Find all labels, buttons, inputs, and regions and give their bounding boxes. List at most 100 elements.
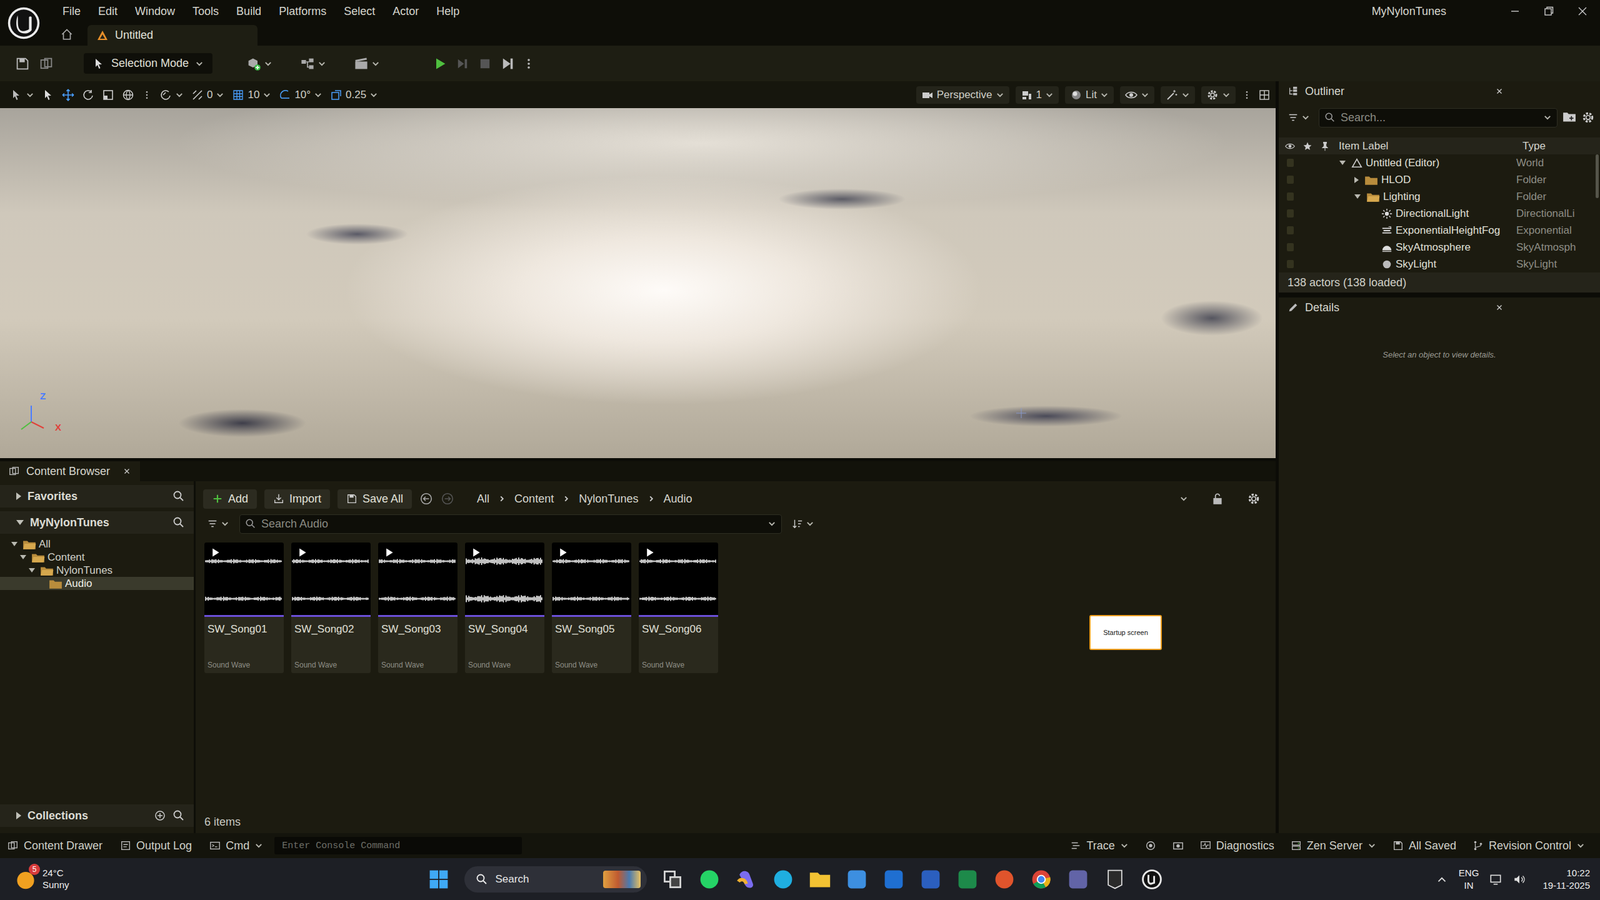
expand-arrow-icon[interactable] [1354, 176, 1359, 184]
startup-screen-widget[interactable]: Startup screen [1089, 615, 1162, 650]
asset-tile[interactable]: SW_Song06 Sound Wave [638, 542, 719, 674]
visibility-toggle-icon[interactable] [1286, 192, 1294, 201]
visibility-toggle-icon[interactable] [1286, 209, 1294, 218]
level-tab[interactable]: Untitled [87, 25, 258, 46]
scrollbar[interactable] [1595, 154, 1599, 199]
content-action-button[interactable]: Save All [337, 489, 412, 509]
outliner-row[interactable]: Lighting Folder [1278, 188, 1594, 205]
edge-icon[interactable] [771, 868, 795, 891]
drawer-button[interactable]: Content Drawer [7, 839, 103, 853]
restore-icon[interactable] [1542, 5, 1555, 18]
status-button[interactable]: Revision Control [1472, 839, 1585, 853]
asset-tile[interactable]: SW_Song01 Sound Wave [204, 542, 284, 674]
view-mode-dropdown[interactable]: Lit [1065, 86, 1114, 104]
weather-widget[interactable]: 5 24°C Sunny [0, 867, 70, 892]
add-folder-icon[interactable] [1562, 110, 1577, 125]
breadcrumb-item[interactable]: All [476, 492, 490, 506]
more-options-icon[interactable] [522, 57, 535, 70]
console-input[interactable]: Enter Console Command [274, 836, 522, 855]
menu-item[interactable]: File [53, 5, 90, 19]
outlook-icon[interactable] [882, 868, 905, 891]
show-hidden-icons-icon[interactable] [1435, 872, 1449, 887]
save-icon[interactable] [15, 56, 30, 72]
breadcrumb-item[interactable]: Audio [663, 492, 693, 506]
maximize-viewport-icon[interactable] [1258, 88, 1271, 102]
visibility-toggle-icon[interactable] [1286, 226, 1294, 235]
status-button[interactable]: Trace [1070, 839, 1129, 853]
lock-icon[interactable] [1210, 491, 1225, 506]
outliner-row[interactable]: SkyLight SkyLight [1278, 255, 1594, 273]
powerpoint-icon[interactable] [993, 868, 1016, 891]
close-tab-icon[interactable] [1495, 303, 1504, 312]
volume-icon[interactable] [1512, 872, 1527, 887]
filter-dropdown[interactable] [203, 518, 234, 530]
status-button[interactable]: All Saved [1392, 839, 1457, 853]
visibility-toggle-icon[interactable] [1286, 175, 1294, 184]
snap-setting[interactable]: 10 [231, 88, 272, 102]
performance-dropdown[interactable] [1160, 86, 1195, 104]
expand-arrow-icon[interactable] [16, 492, 22, 500]
excel-icon[interactable] [956, 868, 979, 891]
breadcrumb-item[interactable]: NylonTunes [578, 492, 639, 506]
select-tool-dropdown[interactable] [10, 88, 35, 102]
unreal-logo-icon[interactable] [6, 5, 42, 41]
expand-arrow-icon[interactable] [16, 520, 24, 525]
network-icon[interactable] [1488, 872, 1503, 887]
play-icon[interactable] [432, 56, 448, 72]
menu-item[interactable]: Actor [383, 5, 428, 19]
teams-icon[interactable] [1066, 868, 1090, 891]
level-viewport[interactable]: Z X [0, 108, 1276, 459]
back-icon[interactable] [419, 491, 434, 506]
outliner-row[interactable]: HLOD Folder [1278, 171, 1594, 189]
forward-icon[interactable] [440, 491, 455, 506]
star-column-icon[interactable] [1302, 141, 1313, 152]
status-button[interactable]: Zen Server [1290, 839, 1377, 853]
more-options-icon[interactable] [141, 90, 152, 100]
outliner-row[interactable]: SkyAtmosphere SkyAtmosph [1278, 238, 1594, 256]
file-explorer-icon[interactable] [808, 868, 832, 891]
expand-arrow-icon[interactable] [1339, 160, 1346, 165]
chrome-icon[interactable] [1030, 868, 1053, 891]
minimize-icon[interactable] [1508, 5, 1522, 18]
select-mode-icon[interactable] [41, 88, 55, 102]
folder-tree-item[interactable]: All [0, 537, 194, 551]
snap-setting[interactable]: 0.25 [330, 88, 379, 102]
status-button[interactable]: Diagnostics [1200, 839, 1275, 853]
translate-icon[interactable] [61, 88, 75, 102]
pin-column-icon[interactable] [1320, 141, 1330, 152]
word-icon[interactable] [919, 868, 942, 891]
taskbar-search[interactable]: Search [464, 866, 647, 893]
asset-search-field[interactable]: Search Audio [239, 514, 782, 534]
home-icon[interactable] [60, 27, 74, 42]
advance-frame-icon[interactable] [455, 56, 470, 72]
folder-tree-item[interactable]: Content [0, 550, 194, 564]
folder-tree-item[interactable]: NylonTunes [0, 563, 194, 577]
search-icon[interactable] [172, 809, 185, 822]
sort-dropdown[interactable] [788, 518, 819, 530]
browse-icon[interactable] [38, 56, 54, 72]
record-icon[interactable] [1145, 840, 1157, 852]
play-preview-icon[interactable] [297, 547, 308, 558]
details-tab[interactable]: Details [1278, 297, 1600, 318]
unreal-icon[interactable] [1140, 868, 1164, 891]
gear-icon[interactable] [1581, 110, 1595, 125]
store-icon[interactable] [845, 868, 869, 891]
expand-arrow-icon[interactable] [1354, 194, 1361, 199]
expand-arrow-icon[interactable] [28, 568, 35, 573]
cmd-dropdown[interactable]: Cmd [209, 839, 264, 853]
selection-mode-dropdown[interactable]: Selection Mode [83, 53, 213, 74]
surface-snap-dropdown[interactable] [159, 88, 184, 102]
drawer-button[interactable]: Output Log [120, 839, 192, 853]
breadcrumb-item[interactable]: Content [514, 492, 554, 506]
menu-item[interactable]: Edit [89, 5, 127, 19]
visibility-toggle-icon[interactable] [1286, 260, 1294, 269]
asset-tile[interactable]: SW_Song05 Sound Wave [551, 542, 632, 674]
epic-games-icon[interactable] [1103, 868, 1127, 891]
content-action-button[interactable]: Add [203, 489, 257, 509]
gear-icon[interactable] [1246, 491, 1261, 506]
content-browser-tab[interactable]: Content Browser [0, 461, 140, 482]
close-tab-icon[interactable] [1495, 86, 1504, 96]
expand-arrow-icon[interactable] [11, 541, 18, 547]
perspective-dropdown[interactable]: Perspective [916, 86, 1010, 104]
show-dropdown[interactable] [1120, 86, 1155, 104]
